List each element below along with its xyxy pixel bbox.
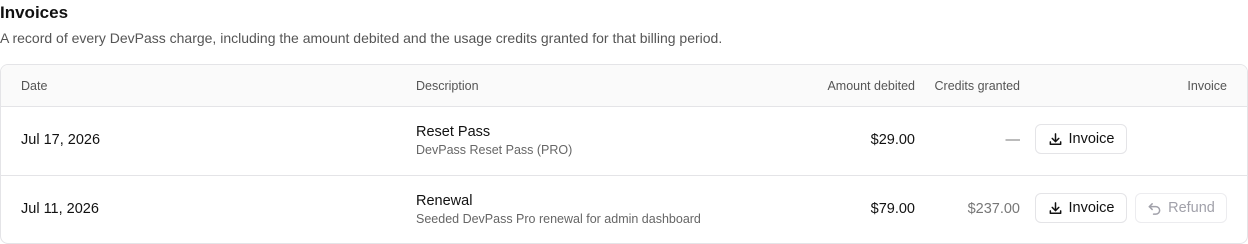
invoice-button-label: Invoice: [1068, 200, 1115, 216]
invoice-button-label: Invoice: [1068, 131, 1115, 147]
column-header-date: Date: [21, 79, 48, 93]
row-amount: $29.00: [870, 132, 915, 148]
download-icon: [1048, 132, 1063, 147]
invoice-download-button[interactable]: Invoice: [1035, 193, 1127, 223]
column-header-description: Description: [416, 79, 479, 93]
row-description-subtitle: DevPass Reset Pass (PRO): [416, 143, 573, 157]
row-description-title: Renewal: [416, 193, 473, 209]
column-header-amount: Amount debited: [827, 79, 915, 93]
row-description-title: Reset Pass: [416, 124, 491, 140]
invoice-download-button[interactable]: Invoice: [1035, 124, 1127, 154]
refund-button-label: Refund: [1168, 200, 1215, 216]
column-header-invoice: Invoice: [1187, 79, 1227, 93]
column-header-credits: Credits granted: [934, 79, 1020, 93]
page-title: Invoices: [0, 3, 69, 22]
page-description: A record of every DevPass charge, includ…: [0, 30, 723, 46]
row-amount: $79.00: [870, 201, 915, 217]
row-credits: —: [1005, 132, 1021, 148]
undo-icon: [1147, 201, 1162, 216]
table-row: Jul 11, 2026 Renewal Seeded DevPass Pro …: [1, 176, 1247, 243]
table-header: Date Description Amount debited Credits …: [1, 65, 1247, 107]
row-credits: $237.00: [967, 201, 1020, 217]
refund-button[interactable]: Refund: [1135, 193, 1227, 223]
invoices-table: Date Description Amount debited Credits …: [0, 64, 1248, 244]
row-description: Renewal Seeded DevPass Pro renewal for a…: [416, 192, 701, 227]
row-date: Jul 17, 2026: [21, 132, 101, 148]
download-icon: [1048, 201, 1063, 216]
row-date: Jul 11, 2026: [21, 201, 99, 217]
row-description-subtitle: Seeded DevPass Pro renewal for admin das…: [416, 212, 701, 226]
table-row: Jul 17, 2026 Reset Pass DevPass Reset Pa…: [1, 107, 1247, 176]
row-description: Reset Pass DevPass Reset Pass (PRO): [416, 123, 572, 158]
